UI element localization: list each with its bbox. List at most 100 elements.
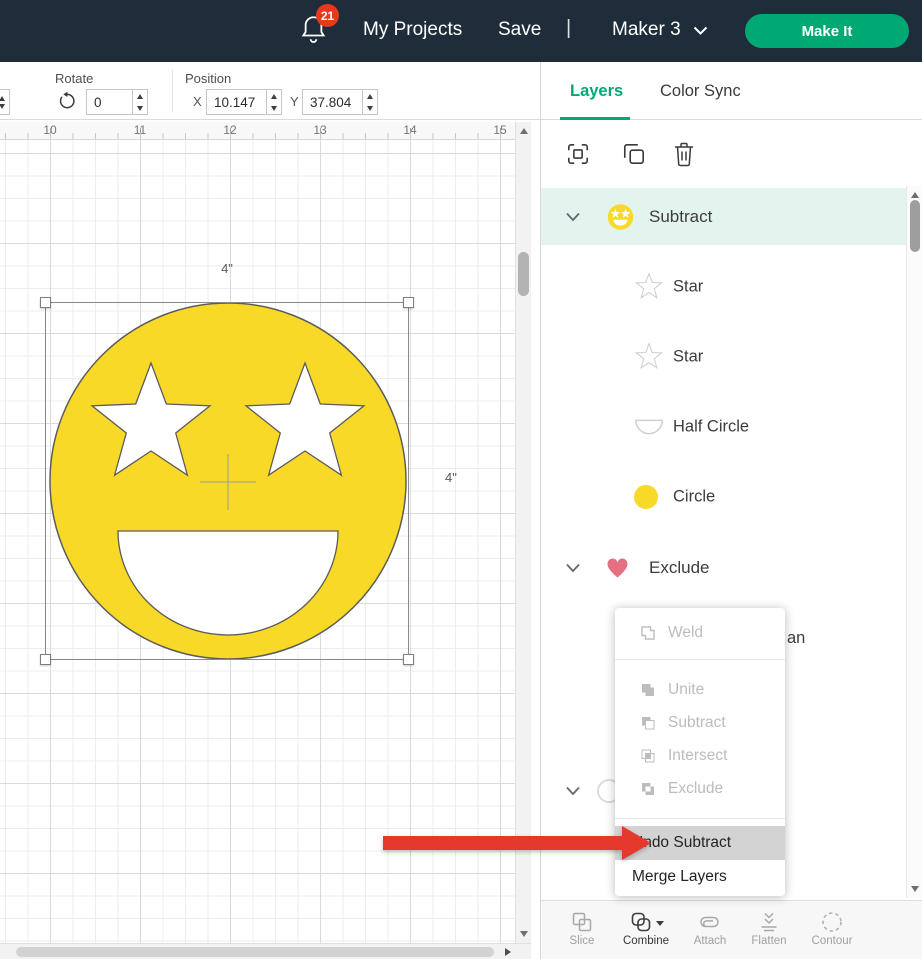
menu-item-subtract[interactable]: Subtract xyxy=(615,706,785,739)
tab-layers[interactable]: Layers xyxy=(570,82,623,101)
slice-icon xyxy=(570,910,594,934)
slice-button[interactable]: Slice xyxy=(551,901,613,959)
selection-box[interactable] xyxy=(45,302,409,660)
layer-label: Exclude xyxy=(649,558,709,578)
vertical-scroll-thumb[interactable] xyxy=(518,252,529,296)
x-position-stepper[interactable] xyxy=(266,90,281,114)
menu-item-undo-subtract[interactable]: Undo Subtract xyxy=(615,826,785,860)
y-position-input[interactable]: 37.804 xyxy=(303,90,362,114)
machine-selector[interactable]: Maker 3 xyxy=(612,19,708,41)
layer-actions-toolbar xyxy=(541,120,922,186)
panel-divider xyxy=(540,62,541,959)
delete-trash-icon[interactable] xyxy=(671,141,697,167)
layer-label: Subtract xyxy=(649,207,712,227)
layer-label: Star xyxy=(673,278,703,297)
notification-badge: 21 xyxy=(316,4,339,27)
rotate-field[interactable]: 0 xyxy=(86,89,148,115)
panel-scroll-thumb[interactable] xyxy=(910,200,920,252)
flatten-button[interactable]: Flatten xyxy=(738,901,800,959)
layer-group-exclude[interactable]: Exclude xyxy=(541,538,906,598)
my-projects-link[interactable]: My Projects xyxy=(363,19,462,41)
x-position-input[interactable]: 10.147 xyxy=(207,90,266,114)
duplicate-icon[interactable] xyxy=(621,141,647,167)
contour-icon xyxy=(820,910,844,934)
scroll-right-button[interactable] xyxy=(500,945,516,959)
combine-context-menu: Weld Unite Subtract Intersect Exclude xyxy=(615,608,785,896)
panel-scrollbar[interactable] xyxy=(906,186,922,898)
chevron-down-icon xyxy=(693,26,708,35)
top-header: 21 My Projects Save | Maker 3 Make It xyxy=(0,0,922,62)
exclude-icon xyxy=(639,780,657,798)
menu-item-exclude[interactable]: Exclude xyxy=(615,772,785,805)
combine-caret-icon xyxy=(656,921,664,926)
edit-toolbar: Rotate 0 Position X 10.147 Y 37.804 xyxy=(0,62,922,120)
star-outline-icon xyxy=(634,272,664,302)
menu-item-weld[interactable]: Weld xyxy=(615,608,785,658)
menu-item-intersect[interactable]: Intersect xyxy=(615,739,785,772)
layer-item-half-circle[interactable]: Half Circle xyxy=(541,392,906,462)
active-tab-underline xyxy=(560,117,630,120)
chevron-down-icon[interactable] xyxy=(566,212,580,221)
canvas-vertical-scrollbar[interactable] xyxy=(515,122,531,943)
step-up-icon xyxy=(0,96,5,101)
horizontal-scroll-thumb[interactable] xyxy=(16,947,494,957)
position-label: Position xyxy=(185,71,231,86)
layer-label: Circle xyxy=(673,488,715,507)
menu-divider xyxy=(615,818,785,819)
step-down-icon xyxy=(0,104,5,109)
flatten-icon xyxy=(757,910,781,934)
contour-button[interactable]: Contour xyxy=(801,901,863,959)
nav-separator: | xyxy=(566,17,571,40)
combine-icon xyxy=(629,910,653,934)
intersect-icon xyxy=(639,747,657,765)
layers-bottom-toolbar: Slice Combine Attach xyxy=(541,900,922,959)
resize-handle-top-left[interactable] xyxy=(40,297,51,308)
rotate-arrow-icon xyxy=(57,91,77,111)
tab-color-sync[interactable]: Color Sync xyxy=(660,82,741,101)
layer-group-subtract[interactable]: Subtract xyxy=(541,188,906,245)
y-position-stepper[interactable] xyxy=(362,90,377,114)
resize-handle-top-right[interactable] xyxy=(403,297,414,308)
toolbar-divider xyxy=(172,70,173,112)
chevron-down-icon[interactable] xyxy=(566,787,580,796)
x-position-field[interactable]: 10.147 xyxy=(206,89,282,115)
make-it-button[interactable]: Make It xyxy=(745,14,909,48)
canvas-horizontal-scrollbar[interactable] xyxy=(0,943,531,959)
rotate-stepper[interactable] xyxy=(132,90,147,114)
panel-scroll-down-button[interactable] xyxy=(907,882,922,896)
partially-hidden-layer-label: an xyxy=(787,629,805,648)
attach-button[interactable]: Attach xyxy=(679,901,741,959)
x-axis-label: X xyxy=(193,94,202,109)
selection-height-label: 4" xyxy=(445,470,457,485)
resize-handle-bottom-left[interactable] xyxy=(40,654,51,665)
layer-item-circle[interactable]: Circle xyxy=(541,462,906,532)
select-all-icon[interactable] xyxy=(565,141,591,167)
rotate-icon[interactable] xyxy=(56,91,78,113)
menu-item-unite[interactable]: Unite xyxy=(615,673,785,706)
y-axis-label: Y xyxy=(290,94,299,109)
star-outline-icon xyxy=(634,342,664,372)
y-position-field[interactable]: 37.804 xyxy=(302,89,378,115)
menu-divider xyxy=(615,659,785,660)
menu-item-merge-layers[interactable]: Merge Layers xyxy=(615,860,785,894)
notifications-button[interactable]: 21 xyxy=(300,13,336,51)
scroll-down-button[interactable] xyxy=(516,927,532,941)
resize-handle-bottom-right[interactable] xyxy=(403,654,414,665)
combine-button[interactable]: Combine xyxy=(615,901,677,959)
scroll-up-button[interactable] xyxy=(516,124,532,138)
chevron-down-icon[interactable] xyxy=(566,564,580,573)
half-circle-outline-icon xyxy=(634,418,664,436)
layer-item-star-2[interactable]: Star xyxy=(541,322,906,392)
layer-item-star-1[interactable]: Star xyxy=(541,252,906,322)
save-link[interactable]: Save xyxy=(498,19,541,41)
horizontal-ruler: 10 11 12 13 14 15 xyxy=(0,122,515,140)
layer-label: Half Circle xyxy=(673,418,749,437)
rotate-label: Rotate xyxy=(55,71,93,86)
rotate-input[interactable]: 0 xyxy=(87,90,132,114)
heart-icon xyxy=(605,556,630,581)
yellow-circle-icon xyxy=(634,485,658,509)
cricut-design-space-app: 21 My Projects Save | Maker 3 Make It Ro… xyxy=(0,0,922,959)
machine-name: Maker 3 xyxy=(612,19,681,41)
subtract-icon xyxy=(639,714,657,732)
clipped-stepper[interactable] xyxy=(0,89,10,115)
